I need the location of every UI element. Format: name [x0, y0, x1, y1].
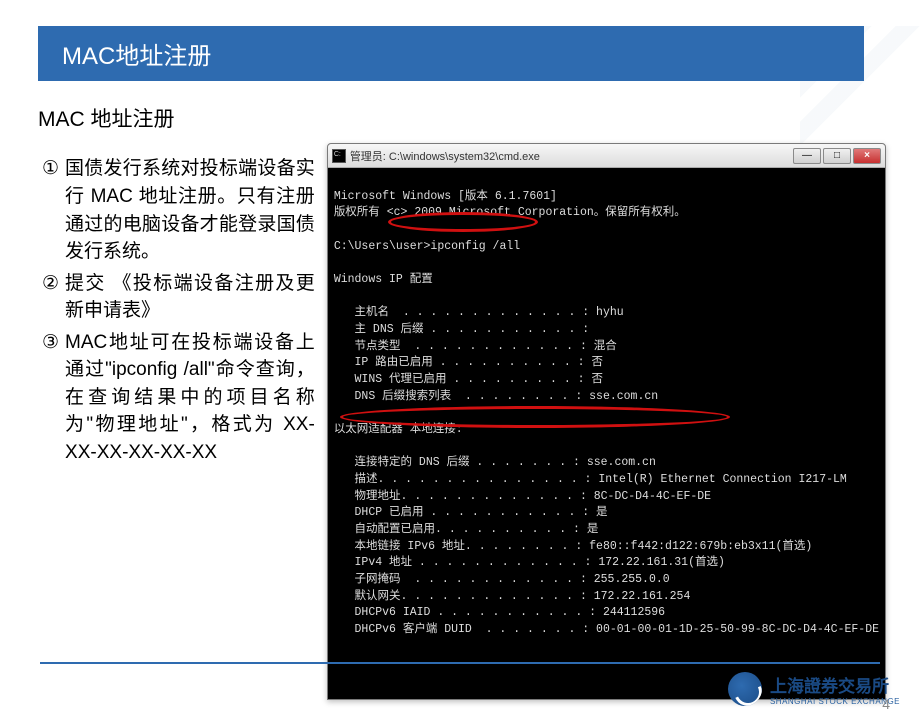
cmd-line: IPv4 地址 . . . . . . . . . . . . : 172.22… — [334, 556, 725, 569]
cmd-line: IP 路由已启用 . . . . . . . . . . : 否 — [334, 356, 603, 369]
close-button[interactable]: × — [853, 148, 881, 164]
section-heading: MAC 地址注册 — [38, 105, 315, 135]
cmd-line: Windows IP 配置 — [334, 273, 433, 286]
cmd-window: 管理员: C:\windows\system32\cmd.exe — □ × M… — [327, 143, 886, 700]
bullet-item: ② 提交 《投标端设备注册及更新申请表》 — [42, 270, 315, 325]
org-name-en: SHANGHAI STOCK EXCHANGE — [770, 697, 900, 706]
sse-logo-icon — [728, 672, 762, 706]
cmd-line: 物理地址. . . . . . . . . . . . . : 8C-DC-D4… — [334, 490, 711, 503]
org-name-cn: 上海證券交易所 — [770, 672, 900, 697]
footer-logo-block: 上海證券交易所 SHANGHAI STOCK EXCHANGE — [728, 672, 900, 706]
left-column: MAC 地址注册 ① 国债发行系统对投标端设备实行 MAC 地址注册。只有注册通… — [38, 105, 315, 700]
cmd-line: 子网掩码 . . . . . . . . . . . . : 255.255.0… — [334, 573, 670, 586]
cmd-line: 主机名 . . . . . . . . . . . . . : hyhu — [334, 306, 624, 319]
cmd-line: WINS 代理已启用 . . . . . . . . . : 否 — [334, 373, 603, 386]
footer-divider — [40, 662, 880, 664]
bullet-number: ③ — [42, 329, 59, 467]
window-buttons: — □ × — [793, 148, 881, 164]
cmd-line: 节点类型 . . . . . . . . . . . . : 混合 — [334, 340, 617, 353]
cmd-line: C:\Users\user>ipconfig /all — [334, 240, 520, 253]
logo-text: 上海證券交易所 SHANGHAI STOCK EXCHANGE — [770, 672, 900, 706]
cmd-titlebar: 管理员: C:\windows\system32\cmd.exe — □ × — [328, 144, 885, 168]
content-area: MAC 地址注册 ① 国债发行系统对投标端设备实行 MAC 地址注册。只有注册通… — [0, 81, 920, 700]
slide-title-bar: MAC地址注册 — [38, 26, 864, 81]
cmd-icon — [332, 149, 346, 163]
cmd-line: 描述. . . . . . . . . . . . . . . : Intel(… — [334, 473, 847, 486]
minimize-button[interactable]: — — [793, 148, 821, 164]
cmd-line: 主 DNS 后缀 . . . . . . . . . . . : — [334, 323, 589, 336]
cmd-line: 自动配置已启用. . . . . . . . . . : 是 — [334, 523, 599, 536]
highlight-oval-command — [388, 212, 538, 232]
cmd-line: DNS 后缀搜索列表 . . . . . . . . : sse.com.cn — [334, 390, 658, 403]
bullet-text: MAC地址可在投标端设备上通过"ipconfig /all"命令查询，在查询结果… — [65, 329, 315, 467]
bullet-number: ① — [42, 155, 59, 265]
cmd-window-title: 管理员: C:\windows\system32\cmd.exe — [350, 148, 793, 164]
bullet-number: ② — [42, 270, 59, 325]
bullet-text: 国债发行系统对投标端设备实行 MAC 地址注册。只有注册通过的电脑设备才能登录国… — [65, 155, 315, 265]
bullet-item: ③ MAC地址可在投标端设备上通过"ipconfig /all"命令查询，在查询… — [42, 329, 315, 467]
right-column: 管理员: C:\windows\system32\cmd.exe — □ × M… — [327, 105, 886, 700]
page-number: 4 — [882, 696, 890, 712]
cmd-line: Microsoft Windows [版本 6.1.7601] — [334, 190, 557, 203]
cmd-line: 本地链接 IPv6 地址. . . . . . . . : fe80::f442… — [334, 540, 812, 553]
cmd-line: 默认网关. . . . . . . . . . . . . : 172.22.1… — [334, 590, 691, 603]
cmd-body: Microsoft Windows [版本 6.1.7601] 版权所有 <c>… — [328, 168, 885, 699]
bullet-list: ① 国债发行系统对投标端设备实行 MAC 地址注册。只有注册通过的电脑设备才能登… — [38, 155, 315, 466]
bullet-item: ① 国债发行系统对投标端设备实行 MAC 地址注册。只有注册通过的电脑设备才能登… — [42, 155, 315, 265]
cmd-line: 连接特定的 DNS 后缀 . . . . . . . : sse.com.cn — [334, 456, 656, 469]
highlight-oval-mac — [340, 406, 730, 428]
cmd-line: DHCPv6 客户端 DUID . . . . . . . : 00-01-00… — [334, 623, 879, 636]
cmd-line: DHCP 已启用 . . . . . . . . . . . : 是 — [334, 506, 608, 519]
slide-title: MAC地址注册 — [62, 43, 211, 70]
cmd-line: DHCPv6 IAID . . . . . . . . . . . : 2441… — [334, 606, 665, 619]
bullet-text: 提交 《投标端设备注册及更新申请表》 — [65, 270, 315, 325]
maximize-button[interactable]: □ — [823, 148, 851, 164]
